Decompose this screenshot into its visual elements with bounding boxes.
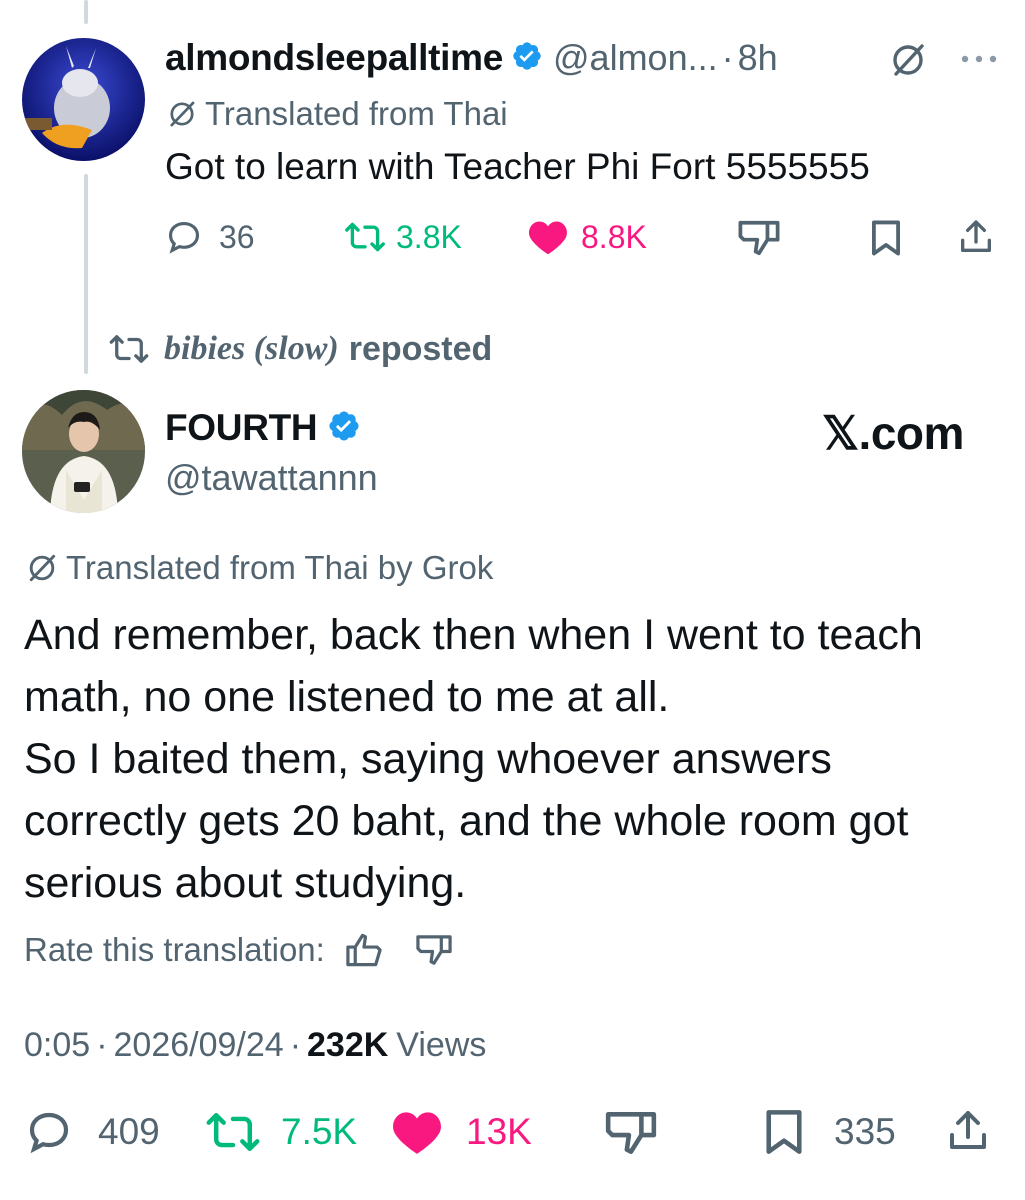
- tweet-text-line: serious about studying.: [24, 859, 467, 907]
- grok-translate-icon[interactable]: [888, 40, 928, 80]
- translated-label: Translated from Thai by Grok: [24, 548, 493, 588]
- repost-icon: [108, 334, 150, 364]
- heart-icon: [390, 1108, 444, 1156]
- thread-line: [84, 0, 88, 24]
- display-name[interactable]: FOURTH: [165, 407, 318, 449]
- repost-action[interactable]: 3.8K: [344, 217, 462, 257]
- views-label: Views: [396, 1025, 487, 1064]
- repost-count: 3.8K: [396, 218, 462, 255]
- repost-suffix: reposted: [348, 329, 493, 368]
- translated-label: Translated from Thai: [165, 95, 508, 133]
- verified-badge-icon: [511, 40, 543, 77]
- tweet-meta: 0:05 · 2026/09/24 · 232K Views: [24, 1023, 486, 1067]
- display-name[interactable]: almondsleepalltime: [165, 37, 503, 79]
- more-options-icon[interactable]: [958, 52, 1000, 66]
- handle[interactable]: @tawattannn: [165, 457, 378, 499]
- like-count: 8.8K: [581, 218, 647, 255]
- share-icon[interactable]: [944, 1106, 992, 1156]
- dislike-icon[interactable]: [737, 219, 781, 257]
- handle[interactable]: @almon...: [553, 37, 718, 79]
- dislike-icon[interactable]: [604, 1110, 658, 1156]
- separator: ·: [721, 37, 734, 78]
- timestamp[interactable]: 8h: [738, 37, 778, 79]
- grok-icon: [165, 97, 199, 131]
- repost-context: bibies (slow) reposted: [108, 329, 492, 369]
- avatar[interactable]: [22, 390, 145, 513]
- reply-action[interactable]: 36: [165, 217, 255, 257]
- bookmark-count: 335: [834, 1111, 896, 1152]
- reposter-name[interactable]: bibies (slow): [164, 330, 339, 368]
- tweet-text: Got to learn with Teacher Phi Fort 55555…: [165, 146, 870, 187]
- reply-count: 409: [98, 1111, 160, 1152]
- like-action[interactable]: 13K: [390, 1107, 532, 1157]
- thumbs-down-icon[interactable]: [415, 932, 453, 968]
- bookmark-action[interactable]: 335: [764, 1107, 896, 1157]
- rate-translation: Rate this translation:: [24, 928, 453, 972]
- thread-line: [84, 174, 88, 374]
- separator: ·: [289, 1025, 302, 1064]
- reply-icon: [24, 1108, 74, 1156]
- heart-icon: [527, 218, 569, 256]
- tweet-text-line: And remember, back then when I went to t…: [24, 611, 923, 659]
- like-action[interactable]: 8.8K: [527, 217, 647, 257]
- repost-icon: [344, 221, 386, 253]
- tweet-text-line: correctly gets 20 baht, and the whole ro…: [24, 797, 909, 845]
- tweet-text-line: math, no one listened to me at all.: [24, 673, 670, 721]
- translated-text: Translated from Thai: [205, 95, 508, 132]
- rate-label: Rate this translation:: [24, 931, 325, 968]
- separator: ·: [96, 1025, 108, 1064]
- thumbs-up-icon[interactable]: [345, 932, 383, 968]
- bookmark-icon: [764, 1108, 804, 1156]
- grok-icon: [24, 550, 60, 586]
- tweet-header: almondsleepalltime @almon... · 8h: [165, 36, 778, 80]
- reply-count: 36: [219, 218, 255, 255]
- like-count: 13K: [466, 1111, 532, 1152]
- reply-icon: [165, 218, 203, 256]
- translated-text: Translated from Thai by Grok: [66, 549, 494, 586]
- reply-action[interactable]: 409: [24, 1107, 160, 1157]
- x-watermark: 𝕏.com: [822, 407, 964, 459]
- tweet-text: And remember, back then when I went to t…: [24, 604, 1014, 914]
- repost-action[interactable]: 7.5K: [205, 1107, 357, 1157]
- repost-icon: [205, 1111, 261, 1153]
- bookmark-icon[interactable]: [870, 219, 902, 257]
- avatar[interactable]: [22, 38, 145, 161]
- tweet-time[interactable]: 0:05: [24, 1026, 90, 1065]
- tweet-text-line: So I baited them, saying whoever answers: [24, 735, 832, 783]
- views-count: 232K: [307, 1025, 389, 1064]
- repost-count: 7.5K: [281, 1111, 358, 1152]
- tweet-header: FOURTH: [165, 406, 361, 450]
- share-icon[interactable]: [956, 217, 996, 257]
- tweet-date[interactable]: 2026/09/24: [114, 1026, 284, 1065]
- verified-badge-icon: [327, 409, 361, 448]
